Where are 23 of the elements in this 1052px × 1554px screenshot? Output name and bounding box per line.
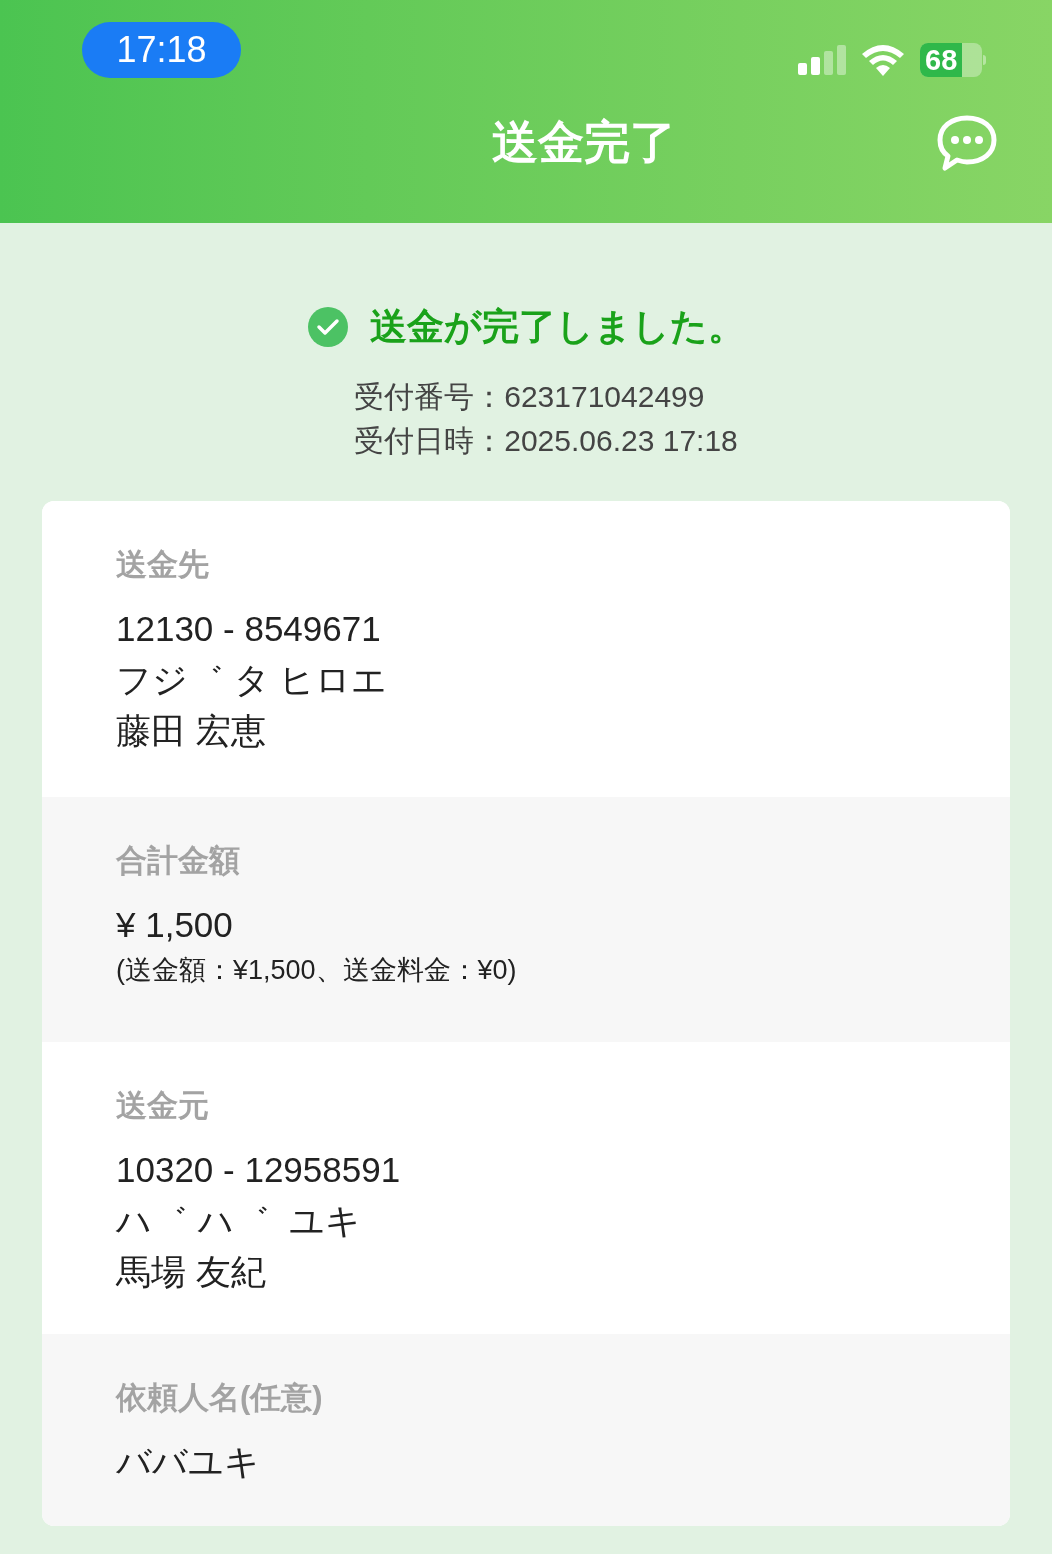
wifi-icon <box>862 44 904 76</box>
success-message: 送金が完了しました。 <box>369 305 745 349</box>
section-label: 合計金額 <box>116 841 241 880</box>
chat-icon[interactable] <box>936 113 998 172</box>
signal-icon <box>798 45 846 75</box>
receipt-detail: 受付番号：623171042499 <box>354 378 706 415</box>
page-title: 送金完了 <box>492 115 676 170</box>
section-label: 依頼人名(任意) <box>116 1378 324 1417</box>
section-note: (送金額：¥1,500、送金料金：¥0) <box>116 953 518 987</box>
check-circle-icon <box>307 306 348 347</box>
section-label: 送金先 <box>116 545 210 584</box>
section-value: ババユキ <box>116 1440 261 1483</box>
section-value: ¥ 1,500 <box>116 903 234 946</box>
section-value: 10320 - 12958591 <box>116 1148 402 1191</box>
section-value: 馬場 友紀 <box>116 1250 267 1293</box>
receipt-detail: 受付日時：2025.06.23 17:18 <box>354 422 738 459</box>
section-value: 12130 - 8549671 <box>116 607 382 650</box>
section-value: ハ゛ ハ゛ ユキ <box>116 1199 363 1242</box>
section-value: 藤田 宏恵 <box>116 709 267 752</box>
battery-indicator: 68 <box>920 43 986 77</box>
section-label: 送金元 <box>116 1086 210 1125</box>
status-time: 17:18 <box>82 22 241 78</box>
section-value: フジ゛ タ ヒロエ <box>116 658 389 701</box>
